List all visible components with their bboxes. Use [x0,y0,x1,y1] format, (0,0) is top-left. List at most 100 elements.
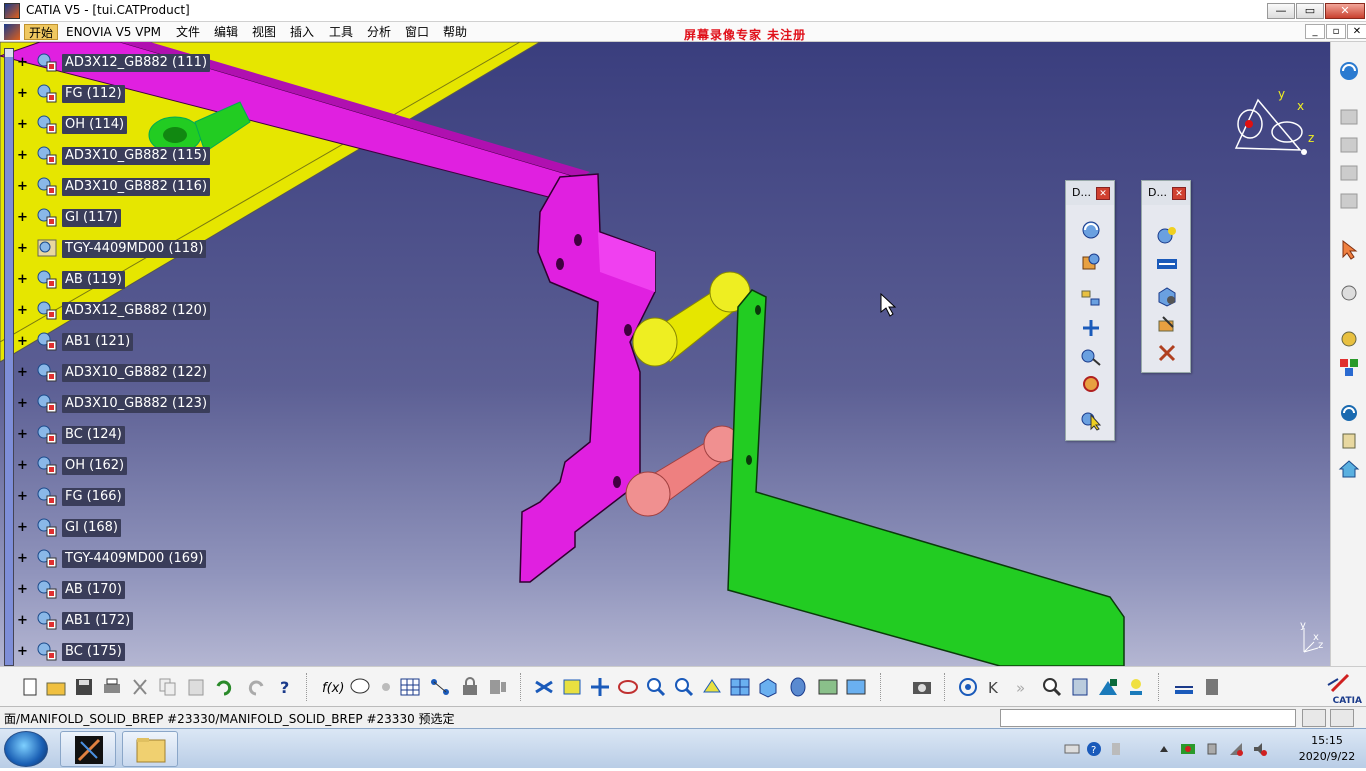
cut-icon[interactable] [128,676,152,698]
fit-all-icon[interactable] [560,676,584,698]
keyboard-icon[interactable] [1064,741,1080,757]
catia-logo-icon[interactable] [1337,402,1361,424]
doc-minimize-button[interactable]: _ [1305,24,1325,39]
coincidence-icon[interactable] [1337,162,1361,184]
rotate-icon[interactable] [616,676,640,698]
assembly-3d-scene[interactable]: y x z y z x [0,42,1330,666]
formula-icon[interactable]: f(x) [320,676,344,698]
whats-this-icon[interactable]: ? [274,676,298,698]
volume-icon[interactable] [1252,741,1268,757]
workbench-icon[interactable] [1337,60,1361,82]
previous-icon[interactable]: K [984,676,1008,698]
fast-multi-instantiation-icon[interactable] [1155,253,1179,275]
copy-icon[interactable] [156,676,180,698]
close-icon[interactable]: ✕ [1172,187,1186,200]
menu-start[interactable]: 开始 [24,24,59,40]
command-input[interactable] [1000,709,1296,727]
status-button[interactable] [1302,709,1326,727]
expand-icon[interactable]: + [16,211,29,224]
expand-icon[interactable]: + [16,87,29,100]
zoom-in-icon[interactable] [644,676,668,698]
fix-icon[interactable] [1337,106,1361,128]
doc-restore-button[interactable]: ▫ [1326,24,1346,39]
security-icon[interactable] [1180,741,1196,757]
menu-window[interactable]: 窗口 [401,24,433,40]
table-icon[interactable] [398,676,422,698]
menu-tools[interactable]: 工具 [325,24,357,40]
explode-icon[interactable] [1079,287,1103,309]
menu-edit[interactable]: 编辑 [210,24,242,40]
zoom-out-icon[interactable] [672,676,696,698]
contact-icon[interactable] [1337,190,1361,212]
expand-icon[interactable]: + [16,428,29,441]
existing-component-icon[interactable] [1155,285,1179,307]
lock-icon[interactable] [458,676,482,698]
tree-scrollbar[interactable] [4,48,14,666]
menu-enovia[interactable]: ENOVIA V5 VPM [62,24,165,40]
stop-clash-icon[interactable] [1079,373,1103,395]
fly-mode-icon[interactable] [532,676,556,698]
minimize-button[interactable]: — [1267,3,1295,19]
normal-view-icon[interactable] [700,676,724,698]
space-analysis-icon[interactable] [1337,328,1361,350]
catia-app-icon[interactable] [4,3,20,19]
expand-icon[interactable]: + [16,304,29,317]
expand-icon[interactable]: + [16,149,29,162]
maximize-button[interactable]: ▭ [1296,3,1324,19]
expand-icon[interactable]: + [16,335,29,348]
start-button[interactable] [4,731,48,767]
redo-icon[interactable] [244,676,268,698]
expand-icon[interactable]: + [16,366,29,379]
hide-show-icon[interactable] [816,676,840,698]
reuse-pattern-icon[interactable] [1337,282,1361,304]
workbench-icon[interactable] [428,676,452,698]
multi-view-icon[interactable] [728,676,752,698]
ruler-icon[interactable] [1200,676,1224,698]
status-close-button[interactable] [1330,709,1354,727]
close-button[interactable]: ✕ [1325,3,1365,19]
measure-between-icon[interactable] [1172,676,1196,698]
taskbar-catia-button[interactable] [60,731,116,767]
capture-icon[interactable] [910,676,934,698]
menu-file[interactable]: 文件 [172,24,204,40]
document-icon[interactable] [4,24,20,40]
snap-icon[interactable] [1079,251,1103,273]
product-tree-icon[interactable] [1337,430,1361,452]
help-icon[interactable]: ? [1086,741,1102,757]
expand-icon[interactable]: + [16,459,29,472]
new-icon[interactable] [18,676,42,698]
doc-close-button[interactable]: ✕ [1347,24,1366,39]
next-icon[interactable]: » [1012,676,1036,698]
close-icon[interactable]: ✕ [1096,187,1110,200]
expand-icon[interactable]: + [16,552,29,565]
print-icon[interactable] [100,676,124,698]
undo-icon[interactable] [212,676,236,698]
menu-view[interactable]: 视图 [248,24,280,40]
compass-icon[interactable] [956,676,980,698]
taskbar-clock[interactable]: 15:15 2020/9/22 [1292,733,1362,765]
expand-icon[interactable]: + [16,180,29,193]
usb-icon[interactable] [1204,741,1220,757]
component-icon[interactable] [1155,225,1179,247]
clash-icon[interactable] [1079,317,1103,339]
replace-component-icon[interactable] [1155,313,1179,335]
menu-help[interactable]: 帮助 [439,24,471,40]
show-hidden-icons-icon[interactable] [1156,741,1172,757]
toolbar-header[interactable]: D... ✕ [1066,181,1114,205]
expand-icon[interactable]: + [16,273,29,286]
expand-icon[interactable]: + [16,583,29,596]
toolbar-header[interactable]: D... ✕ [1142,181,1190,205]
expand-icon[interactable]: + [16,521,29,534]
expand-icon[interactable]: + [16,490,29,503]
iso-view-icon[interactable] [756,676,780,698]
pan-icon[interactable] [588,676,612,698]
3d-viewport[interactable]: y x z y z x [0,42,1330,666]
options-icon[interactable] [1108,741,1124,757]
home-icon[interactable] [1337,458,1361,480]
catalog-icon[interactable] [486,676,510,698]
expand-icon[interactable]: + [16,118,29,131]
expand-icon[interactable]: + [16,614,29,627]
measure-icon[interactable] [1068,676,1092,698]
comment-icon[interactable] [348,676,372,698]
swap-icon[interactable] [844,676,868,698]
